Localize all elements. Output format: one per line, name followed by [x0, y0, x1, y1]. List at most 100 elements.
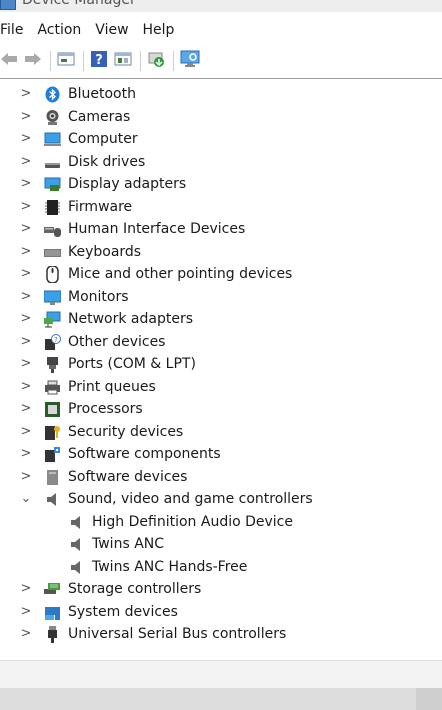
tree-item-firmware[interactable]: > Firmware: [0, 196, 442, 219]
properties-icon[interactable]: [57, 51, 75, 71]
device-tree: > Bluetooth > Cameras > Computer > Disk …: [0, 83, 442, 646]
chevron-right-icon[interactable]: >: [19, 578, 33, 601]
tree-item-monitors[interactable]: > Monitors: [0, 286, 442, 309]
disk-drive-icon: [44, 154, 61, 171]
tree-item-computer[interactable]: > Computer: [0, 128, 442, 151]
chevron-right-icon[interactable]: >: [19, 398, 33, 421]
bluetooth-icon: [44, 86, 61, 103]
chevron-right-icon[interactable]: >: [19, 443, 33, 466]
chevron-right-icon[interactable]: >: [19, 623, 33, 646]
tree-item-label: Cameras: [68, 108, 131, 125]
tree-item-network-adapters[interactable]: > Network adapters: [0, 308, 442, 331]
tree-item-disk-drives[interactable]: > Disk drives: [0, 151, 442, 174]
speaker-icon: [68, 514, 85, 531]
tree-item-label: Keyboards: [68, 243, 142, 260]
tree-item-human-interface-devices[interactable]: > Human Interface Devices: [0, 218, 442, 241]
tree-item-label: Mice and other pointing devices: [68, 266, 293, 282]
tree-item-security-devices[interactable]: > Security devices: [0, 421, 442, 444]
svg-text:?: ?: [95, 53, 103, 68]
system-devices-icon: [44, 604, 61, 621]
tree-item-label: Universal Serial Bus controllers: [68, 626, 287, 642]
network-adapter-icon: [44, 311, 61, 328]
tree-child-twins-anc[interactable]: Twins ANC: [0, 533, 442, 556]
display-adapter-icon: [44, 176, 61, 193]
mouse-icon: [44, 265, 61, 284]
tree-item-other-devices[interactable]: > ? Other devices: [0, 331, 442, 354]
software-component-icon: [44, 446, 61, 463]
tree-item-ports[interactable]: > Ports (COM & LPT): [0, 353, 442, 376]
chevron-right-icon[interactable]: >: [19, 308, 33, 331]
tree-item-display-adapters[interactable]: > Display adapters: [0, 173, 442, 196]
chevron-right-icon[interactable]: >: [19, 196, 33, 219]
chevron-right-icon[interactable]: >: [19, 173, 33, 196]
chevron-right-icon[interactable]: >: [19, 601, 33, 624]
chevron-right-icon[interactable]: >: [19, 353, 33, 376]
chevron-right-icon[interactable]: >: [19, 286, 33, 309]
tree-item-bluetooth[interactable]: > Bluetooth: [0, 83, 442, 106]
tree-item-label: Sound, video and game controllers: [68, 491, 313, 507]
tree-item-label: Print queues: [68, 378, 156, 395]
toolbar-separator: [173, 51, 174, 71]
tree-item-cameras[interactable]: > Cameras: [0, 106, 442, 129]
chevron-right-icon[interactable]: >: [19, 128, 33, 151]
tree-item-label: System devices: [68, 603, 178, 620]
help-icon[interactable]: ?: [90, 50, 108, 72]
tree-item-label: Ports (COM & LPT): [68, 356, 196, 372]
chevron-right-icon[interactable]: >: [19, 218, 33, 241]
tree-item-label: Processors: [68, 401, 143, 417]
tree-item-software-components[interactable]: > Software components: [0, 443, 442, 466]
view-icon[interactable]: [114, 51, 132, 71]
chevron-right-icon[interactable]: >: [19, 83, 33, 106]
chevron-right-icon[interactable]: >: [19, 263, 33, 286]
tree-item-processors[interactable]: > Processors: [0, 398, 442, 421]
tree-item-label: Firmware: [68, 198, 133, 215]
hid-icon: [44, 221, 61, 238]
chevron-right-icon[interactable]: >: [19, 106, 33, 129]
tree-item-usb-controllers[interactable]: > Universal Serial Bus controllers: [0, 623, 442, 646]
scan-hardware-icon[interactable]: [180, 50, 200, 72]
chevron-right-icon[interactable]: >: [19, 466, 33, 489]
chevron-right-icon[interactable]: >: [19, 151, 33, 174]
tray-icon[interactable]: [416, 688, 442, 710]
tree-item-software-devices[interactable]: > Software devices: [0, 466, 442, 489]
tree-item-label: Bluetooth: [68, 86, 136, 102]
speaker-icon: [44, 491, 61, 508]
firmware-icon: [44, 199, 61, 216]
other-devices-icon: ?: [44, 333, 61, 351]
menu-file[interactable]: File: [0, 22, 30, 38]
tree-item-label: Monitors: [68, 288, 129, 305]
chevron-right-icon[interactable]: >: [19, 376, 33, 399]
tree-item-label: Twins ANC: [92, 536, 165, 552]
tree-item-mice[interactable]: > Mice and other pointing devices: [0, 263, 442, 286]
tree-item-system-devices[interactable]: > System devices: [0, 601, 442, 624]
printer-icon: [44, 379, 61, 396]
tree-item-keyboards[interactable]: > Keyboards: [0, 241, 442, 264]
menu-action[interactable]: Action: [30, 22, 88, 38]
usb-icon: [44, 626, 61, 643]
tree-item-label: Software devices: [68, 468, 188, 485]
storage-controller-icon: [44, 581, 61, 598]
monitor-icon: [43, 289, 62, 306]
speaker-icon: [68, 559, 85, 576]
chevron-right-icon[interactable]: >: [19, 241, 33, 264]
forward-icon[interactable]: [24, 51, 42, 71]
menu-view[interactable]: View: [88, 22, 135, 38]
tree-item-label: Display adapters: [68, 176, 187, 192]
speaker-icon: [68, 536, 85, 553]
tree-child-twins-anc-hands-free[interactable]: Twins ANC Hands-Free: [0, 556, 442, 579]
tree-child-high-definition-audio[interactable]: High Definition Audio Device: [0, 511, 442, 534]
chevron-right-icon[interactable]: >: [19, 331, 33, 354]
tree-item-storage-controllers[interactable]: > Storage controllers: [0, 578, 442, 601]
chevron-down-icon[interactable]: ⌄: [19, 488, 33, 511]
tree-item-label: High Definition Audio Device: [92, 513, 293, 530]
security-device-icon: [44, 424, 61, 441]
update-driver-icon[interactable]: [147, 50, 165, 72]
back-icon[interactable]: [0, 51, 18, 71]
keyboard-icon: [44, 244, 61, 261]
tree-item-print-queues[interactable]: > Print queues: [0, 376, 442, 399]
menu-help[interactable]: Help: [136, 22, 182, 38]
port-icon: [44, 356, 61, 373]
device-manager-icon: [0, 0, 16, 10]
chevron-right-icon[interactable]: >: [19, 421, 33, 444]
tree-item-sound-video-game[interactable]: ⌄ Sound, video and game controllers: [0, 488, 442, 511]
